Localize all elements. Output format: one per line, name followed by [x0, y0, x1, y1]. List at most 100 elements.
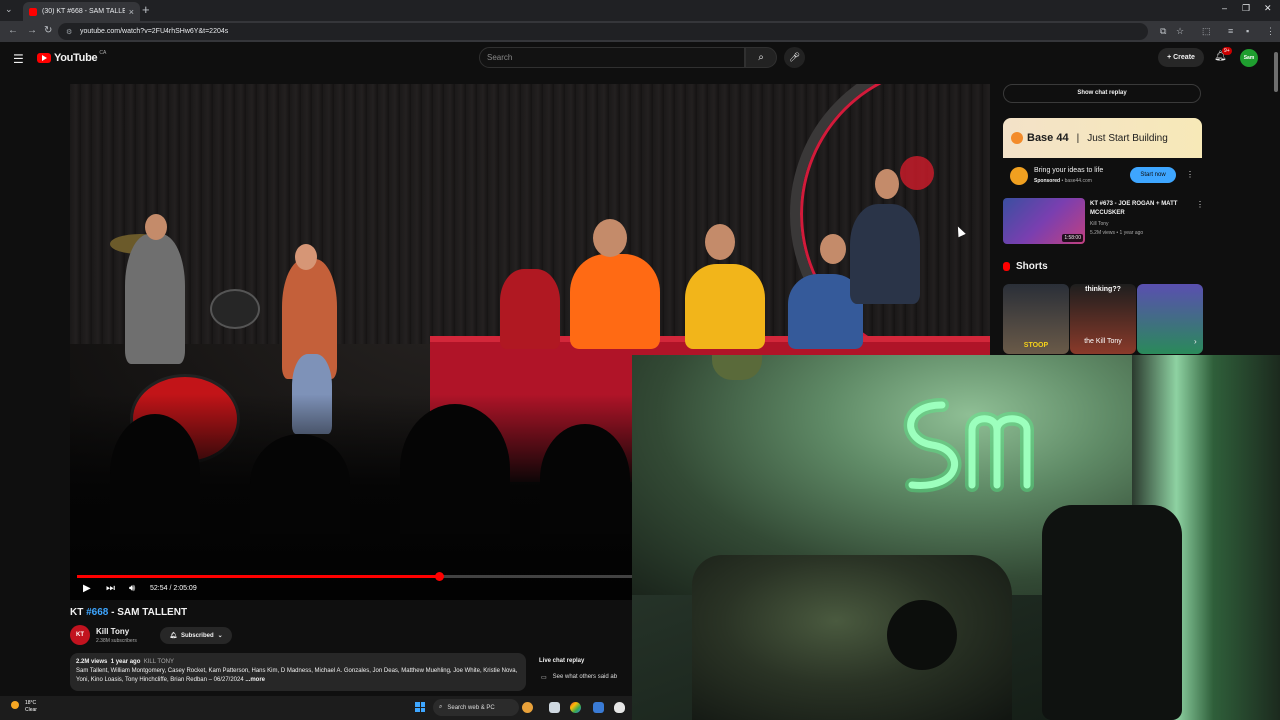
- progress-bar[interactable]: [77, 572, 632, 581]
- base44-logo-icon: [1011, 132, 1023, 144]
- scrollbar-thumb[interactable]: [1274, 52, 1278, 92]
- search-icon: ⌕: [758, 52, 764, 63]
- recommended-thumbnail[interactable]: 1:58:00: [1003, 198, 1085, 244]
- back-icon[interactable]: ←: [8, 25, 18, 36]
- search-icon: ⌕: [439, 704, 443, 710]
- tab-search-icon[interactable]: ⌄: [5, 4, 13, 15]
- player-controls: ▶ ⏭︎ 🔊︎ 52:54 / 2:05:09: [70, 572, 632, 600]
- ad-brand: Base 44: [1027, 132, 1069, 144]
- start-now-button[interactable]: Start now: [1130, 167, 1176, 183]
- task-view-icon[interactable]: [549, 702, 560, 713]
- audience-head: [110, 414, 200, 534]
- screen: ⌄ (30) KT #668 - SAM TALLENT - × + – ❐ ✕…: [0, 0, 1280, 720]
- taskbar-search[interactable]: ⌕ Search web & PC: [433, 699, 519, 716]
- guest-head: [295, 244, 317, 270]
- upload-age: 1 year ago: [110, 659, 141, 665]
- chrome-icon[interactable]: [570, 702, 581, 713]
- drummer-head: [145, 214, 167, 240]
- channel-name[interactable]: Kill Tony: [96, 627, 129, 636]
- ad-banner[interactable]: Base 44 | Just Start Building: [1003, 118, 1202, 158]
- ad-domain: base44.com: [1064, 178, 1092, 184]
- panelist-standing: [850, 204, 920, 304]
- panelist-1: [500, 269, 560, 349]
- ad-info-row[interactable]: Bring your ideas to life Sponsored • bas…: [1010, 165, 1200, 189]
- bell-icon: 🔔︎: [169, 633, 177, 639]
- gaming-chair: [1042, 505, 1182, 720]
- next-icon[interactable]: ⏭︎: [106, 583, 115, 594]
- show-chat-replay-button[interactable]: Show chat replay: [1003, 84, 1201, 103]
- bookmark-star-icon[interactable]: ☆: [1176, 26, 1184, 37]
- minimize-icon[interactable]: –: [1222, 3, 1227, 13]
- taskbar: 18°C Clear: [0, 696, 632, 720]
- logo-text: YouTube: [54, 52, 98, 64]
- more-link[interactable]: ...more: [245, 677, 265, 683]
- recommended-menu-icon[interactable]: ⋮: [1196, 200, 1204, 209]
- account-avatar[interactable]: Sam: [1240, 49, 1258, 67]
- title-hashtag[interactable]: #668: [86, 607, 108, 618]
- panelist-broncos: [570, 254, 660, 349]
- subscribed-button[interactable]: 🔔︎ Subscribed ⌄: [160, 627, 232, 644]
- youtube-play-icon: [37, 53, 51, 63]
- recommended-meta: Kill Tony 5.2M views • 1 year ago: [1090, 220, 1143, 238]
- description-box[interactable]: 2.2M views 1 year ago KILL TONY Sam Tall…: [70, 653, 526, 691]
- create-label: Create: [1173, 54, 1195, 61]
- browser-toolbar: ← → ↻ ⚙ youtube.com/watch?v=2FU4rhSHw6Y&…: [0, 21, 1280, 42]
- ad-separator: |: [1076, 132, 1080, 144]
- stool: [887, 600, 957, 670]
- media-icon[interactable]: ≡: [1228, 26, 1233, 36]
- search-input[interactable]: Search: [479, 47, 745, 68]
- neon-logo: [900, 156, 934, 190]
- search-button[interactable]: ⌕: [745, 47, 777, 68]
- subscriber-count: 2.38M subscribers: [96, 638, 137, 644]
- pin-icon[interactable]: [614, 702, 625, 713]
- short-card[interactable]: thinking?? the Kill Tony: [1070, 284, 1136, 354]
- extensions-icon[interactable]: ⬚: [1202, 26, 1211, 37]
- browser-menu-icon[interactable]: ⋮: [1266, 26, 1275, 37]
- recommended-title[interactable]: KT #673 - JOE ROGAN + MATT MCCUSKER: [1090, 200, 1194, 218]
- address-bar[interactable]: ⚙ youtube.com/watch?v=2FU4rhSHw6Y&t=2204…: [58, 23, 1148, 40]
- reload-icon[interactable]: ↻: [44, 25, 52, 36]
- windows-start-icon[interactable]: [415, 702, 425, 712]
- url-text: youtube.com/watch?v=2FU4rhSHw6Y&t=2204s: [80, 28, 229, 35]
- weather-condition: Clear: [25, 707, 37, 713]
- close-window-icon[interactable]: ✕: [1264, 3, 1272, 14]
- microphone-icon: 🎤︎: [788, 52, 801, 62]
- browser-tab[interactable]: (30) KT #668 - SAM TALLENT - ×: [23, 2, 140, 21]
- copilot-icon[interactable]: [522, 702, 533, 713]
- voice-search-button[interactable]: 🎤︎: [784, 47, 805, 68]
- browser-tabstrip: ⌄ (30) KT #668 - SAM TALLENT - × + – ❐ ✕: [0, 0, 1280, 21]
- audience-head: [400, 404, 510, 534]
- audience-head: [540, 424, 630, 534]
- profile-icon[interactable]: ▪: [1246, 26, 1249, 36]
- see-what-text: See what others said ab: [552, 674, 618, 680]
- shorts-next-icon[interactable]: ›: [1194, 337, 1197, 346]
- scrubber-knob[interactable]: [434, 572, 444, 581]
- guide-menu-icon[interactable]: ☰: [13, 52, 24, 66]
- ad-menu-icon[interactable]: ⋮: [1186, 170, 1194, 179]
- site-info-icon[interactable]: ⚙: [66, 28, 74, 36]
- see-what-others-said[interactable]: ▭ See what others said ab: [541, 674, 617, 681]
- video-title: KT #668 - SAM TALLENT: [70, 607, 187, 618]
- new-tab-button[interactable]: +: [142, 2, 150, 17]
- volume-icon[interactable]: 🔊︎: [129, 583, 135, 594]
- short-top-caption: thinking??: [1085, 286, 1121, 293]
- forward-icon[interactable]: →: [27, 25, 37, 36]
- recommended-video[interactable]: 1:58:00 KT #673 - JOE ROGAN + MATT MCCUS…: [1003, 198, 1204, 246]
- neon-sign: [903, 398, 1034, 493]
- play-icon[interactable]: ▶: [83, 583, 91, 594]
- progress-played: [77, 575, 439, 578]
- install-icon[interactable]: ⧉: [1160, 26, 1166, 37]
- panelist-yellow-vest: [685, 264, 765, 349]
- channel-tag[interactable]: KILL TONY: [144, 659, 174, 665]
- maximize-icon[interactable]: ❐: [1242, 3, 1250, 14]
- app-icon[interactable]: [593, 702, 604, 713]
- short-card[interactable]: STOOP: [1003, 284, 1069, 354]
- description-text: Sam Tallent, William Montgomery, Casey R…: [76, 668, 518, 683]
- channel-avatar[interactable]: KT: [70, 625, 90, 645]
- ad-headline: Bring your ideas to life: [1034, 167, 1104, 174]
- create-button[interactable]: + Create: [1158, 48, 1204, 67]
- youtube-favicon-icon: [29, 7, 37, 16]
- youtube-logo[interactable]: YouTube CA: [37, 50, 106, 64]
- tab-close-icon[interactable]: ×: [129, 7, 134, 17]
- ad-slogan: Just Start Building: [1087, 132, 1168, 144]
